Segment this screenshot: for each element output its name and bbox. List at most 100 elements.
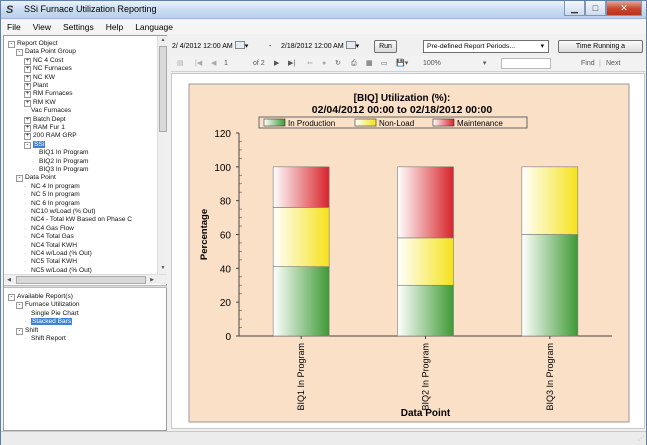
end-date-value: 2/18/2012 12:00 AM bbox=[281, 43, 344, 50]
tree-node-label: NC Furnaces bbox=[33, 65, 72, 73]
tree-node-label: BIQ1 In Program bbox=[39, 149, 89, 157]
maximize-button[interactable]: □ bbox=[585, 1, 606, 16]
resize-grip-icon[interactable]: ⋰ bbox=[636, 435, 644, 443]
tree-node-label: RM Furnaces bbox=[33, 90, 73, 98]
scroll-up-icon[interactable]: ▲ bbox=[159, 36, 167, 45]
start-date-value: 2/ 4/2012 12:00 AM bbox=[172, 43, 233, 50]
tree-node-label: Furnace Utilization bbox=[25, 301, 80, 309]
tree-node-label: NC4 w/Load (% Out) bbox=[31, 250, 92, 257]
bar-segment bbox=[272, 207, 330, 267]
bar-segment bbox=[272, 266, 330, 337]
y-tick-label: 120 bbox=[214, 129, 231, 140]
time-running-button[interactable]: Time Running a bbox=[558, 40, 643, 53]
y-tick-label: 20 bbox=[220, 298, 232, 309]
export-save-icon[interactable]: 💾▾ bbox=[396, 58, 408, 70]
find-separator: | bbox=[599, 60, 601, 67]
collapse-icon[interactable]: - bbox=[16, 49, 23, 57]
tree-node-label: Single Pie Chart bbox=[31, 309, 79, 317]
status-bar: ⋰ bbox=[1, 431, 646, 445]
tree-node-label: NC5 w/Load (% Out) bbox=[31, 266, 92, 274]
tree-vertical-scrollbar[interactable]: ▲ ▼ bbox=[157, 36, 167, 274]
tree-node-label: RAM Fur 1 bbox=[33, 124, 65, 131]
tree-node-label: Shift bbox=[25, 326, 39, 334]
scroll-right-icon[interactable]: ▶ bbox=[147, 275, 157, 285]
collapse-icon[interactable]: - bbox=[16, 327, 23, 335]
find-text-input[interactable] bbox=[501, 58, 551, 69]
previous-page-icon[interactable]: ◀ bbox=[211, 58, 216, 70]
legend-label: In Production bbox=[288, 119, 335, 128]
tree-connector: · bbox=[24, 335, 27, 342]
menu-help[interactable]: Help bbox=[100, 22, 129, 32]
x-tick-label: BIQ2 In Program bbox=[421, 343, 431, 411]
utilization-chart: [BIQ] Utilization (%):02/04/2012 00:00 t… bbox=[188, 83, 630, 423]
bar-segment bbox=[397, 237, 454, 286]
menu-language[interactable]: Language bbox=[129, 22, 179, 32]
collapse-icon[interactable]: - bbox=[8, 41, 15, 48]
app-window: S SSi Furnace Utilization Reporting ▁ □ … bbox=[0, 0, 647, 445]
date-toolbar: 2/ 4/2012 12:00 AM ▾ - 2/18/2012 12:00 AM… bbox=[169, 39, 645, 55]
minimize-button[interactable]: ▁ bbox=[564, 1, 585, 16]
calendar-icon[interactable] bbox=[345, 41, 356, 49]
window-controls: ▁ □ ✕ bbox=[564, 1, 642, 16]
run-button[interactable]: Run bbox=[374, 40, 397, 53]
back-icon[interactable]: ⇐ bbox=[307, 58, 313, 70]
refresh-icon[interactable]: ↻ bbox=[335, 58, 341, 70]
tree-node-label: NC 5 In program bbox=[31, 191, 80, 199]
legend-swatch bbox=[263, 118, 286, 127]
tree-node-label: NC4 Total KWH bbox=[31, 241, 78, 249]
scroll-down-icon[interactable]: ▼ bbox=[159, 264, 167, 273]
current-page-field[interactable]: 1 bbox=[224, 58, 228, 70]
panel-splitter[interactable] bbox=[4, 285, 167, 288]
y-tick-label: 80 bbox=[220, 197, 232, 208]
tree-node-label: NC4 - Total kW Based on Phase C bbox=[31, 216, 133, 224]
title-bar[interactable]: S SSi Furnace Utilization Reporting ▁ □ … bbox=[1, 1, 646, 19]
available-reports-tree[interactable]: - Available Report(s) - Furnace Utilization… bbox=[4, 290, 157, 428]
tree-node-label: Plant bbox=[33, 82, 49, 89]
x-axis-label: Data Point bbox=[401, 408, 451, 419]
tree-node-label: NC 6 In program bbox=[31, 199, 80, 207]
page-setup-icon[interactable]: ▭ bbox=[381, 58, 388, 70]
chevron-down-icon: ▾ bbox=[482, 60, 487, 67]
tree-horizontal-scrollbar[interactable]: ◀ ▶ bbox=[4, 274, 167, 284]
scroll-thumb-horizontal[interactable] bbox=[16, 276, 146, 284]
predefined-periods-select[interactable]: Pre-defined Report Periods... ▾ bbox=[423, 40, 549, 53]
close-button[interactable]: ✕ bbox=[606, 1, 642, 16]
x-tick-label: BIQ1 In Program bbox=[296, 343, 306, 411]
menu-file[interactable]: File bbox=[1, 22, 27, 32]
report-viewer[interactable]: [BIQ] Utilization (%): 02/04/2012 00:00 t… bbox=[171, 73, 645, 429]
next-link[interactable]: Next bbox=[606, 58, 620, 70]
first-page-icon[interactable]: |◀ bbox=[195, 58, 202, 70]
scroll-left-icon[interactable]: ◀ bbox=[4, 275, 14, 285]
last-page-icon[interactable]: ▶| bbox=[288, 58, 295, 70]
bar-segment bbox=[272, 166, 330, 208]
tree-node-label: Data Point bbox=[25, 174, 56, 182]
end-date-picker[interactable]: 2/18/2012 12:00 AM ▾ bbox=[281, 41, 359, 53]
chart-title: [BIQ] Utilization (%): bbox=[354, 93, 451, 104]
print-layout-icon[interactable]: ▦ bbox=[366, 58, 373, 70]
menu-settings[interactable]: Settings bbox=[57, 22, 100, 32]
bar-segment bbox=[397, 284, 454, 337]
calendar-icon[interactable] bbox=[234, 41, 245, 49]
tree-node[interactable]: · Shift Report bbox=[24, 334, 66, 343]
stop-icon[interactable]: ● bbox=[322, 58, 326, 70]
collapse-icon[interactable]: - bbox=[8, 294, 15, 301]
menu-bar: File View Settings Help Language bbox=[1, 20, 646, 34]
menu-view[interactable]: View bbox=[27, 22, 57, 32]
find-link[interactable]: Find bbox=[581, 58, 595, 70]
collapse-icon[interactable]: - bbox=[24, 141, 31, 149]
legend-label: Non-Load bbox=[379, 119, 414, 128]
scroll-thumb[interactable] bbox=[159, 46, 167, 132]
report-object-tree[interactable]: - Report Object - Data Point Group + NC 4 Cos… bbox=[4, 36, 157, 274]
collapse-icon[interactable]: - bbox=[16, 175, 23, 183]
tree-node-label: NC4 Gas Flow bbox=[31, 224, 74, 232]
print-icon[interactable]: ⎙ bbox=[351, 58, 357, 70]
tree-node-label: Batch Dept bbox=[33, 115, 66, 123]
start-date-picker[interactable]: 2/ 4/2012 12:00 AM ▾ bbox=[172, 41, 248, 53]
tree-node-label: NC5 Total KWH bbox=[31, 258, 78, 266]
collapse-icon[interactable]: - bbox=[16, 302, 23, 310]
next-page-icon[interactable]: ▶ bbox=[274, 58, 279, 70]
document-map-icon[interactable]: ▤ bbox=[177, 58, 184, 70]
tree-node-label: NC10 w/Load (% Out) bbox=[31, 208, 96, 215]
tree-node[interactable]: · NC5 w/Load (% Out) bbox=[24, 266, 92, 274]
zoom-select[interactable]: 100% ▾ bbox=[423, 58, 486, 70]
